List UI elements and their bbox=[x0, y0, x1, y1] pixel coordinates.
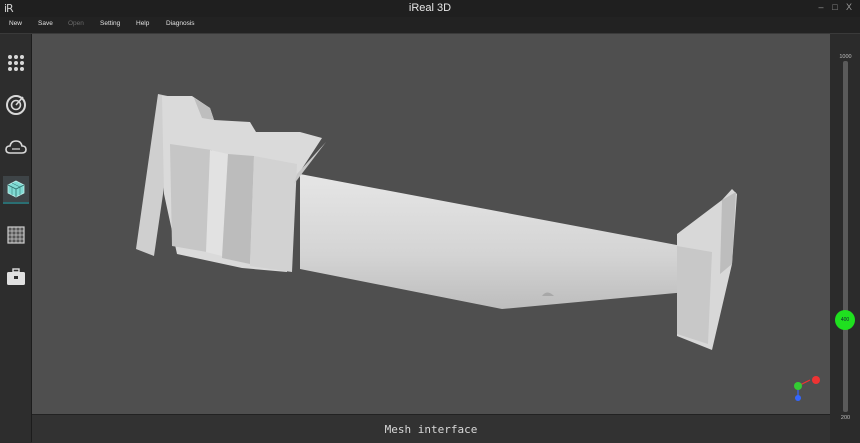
title-bar: iR iReal 3D – □ X bbox=[0, 0, 860, 17]
target-icon bbox=[6, 95, 26, 115]
menu-open[interactable]: Open bbox=[68, 20, 84, 27]
window-title: iReal 3D bbox=[408, 2, 452, 14]
status-bar: Mesh interface bbox=[32, 414, 830, 443]
slider-value-label: 400 bbox=[840, 317, 850, 323]
sidebar-item-target[interactable] bbox=[3, 92, 29, 118]
3d-viewport[interactable] bbox=[32, 34, 830, 414]
sidebar-item-mesh[interactable] bbox=[3, 176, 29, 204]
slider-min-label: 200 bbox=[840, 415, 851, 421]
dot-grid-icon bbox=[8, 55, 24, 71]
close-button[interactable]: X bbox=[842, 2, 856, 12]
sidebar-item-toolbox[interactable] bbox=[3, 264, 29, 290]
window-controls: – □ X bbox=[814, 2, 856, 12]
cloud-icon bbox=[5, 140, 27, 154]
sidebar-item-grid[interactable] bbox=[3, 222, 29, 248]
sidebar-item-cloud[interactable] bbox=[3, 135, 29, 161]
maximize-button[interactable]: □ bbox=[828, 2, 842, 12]
tool-sidebar bbox=[0, 34, 32, 442]
status-text: Mesh interface bbox=[384, 423, 478, 436]
slider-track[interactable] bbox=[843, 61, 848, 412]
menu-setting[interactable]: Setting bbox=[100, 20, 120, 27]
menu-bar: New Save Open Setting Help Diagnosis bbox=[0, 17, 860, 34]
menu-save[interactable]: Save bbox=[38, 20, 53, 27]
toolbox-icon bbox=[7, 268, 25, 285]
sidebar-item-scan-points[interactable] bbox=[3, 50, 29, 76]
menu-help[interactable]: Help bbox=[136, 20, 149, 27]
slider-thumb[interactable]: 400 bbox=[835, 310, 855, 330]
slider-max-label: 1000 bbox=[839, 54, 852, 60]
menu-diagnosis[interactable]: Diagnosis bbox=[166, 20, 195, 27]
minimize-button[interactable]: – bbox=[814, 2, 828, 12]
depth-slider-panel: 1000 400 200 bbox=[831, 34, 860, 442]
grid-icon bbox=[7, 226, 25, 244]
menu-new[interactable]: New bbox=[9, 20, 22, 27]
mesh-cube-icon bbox=[7, 180, 25, 198]
mesh-model bbox=[136, 94, 820, 401]
